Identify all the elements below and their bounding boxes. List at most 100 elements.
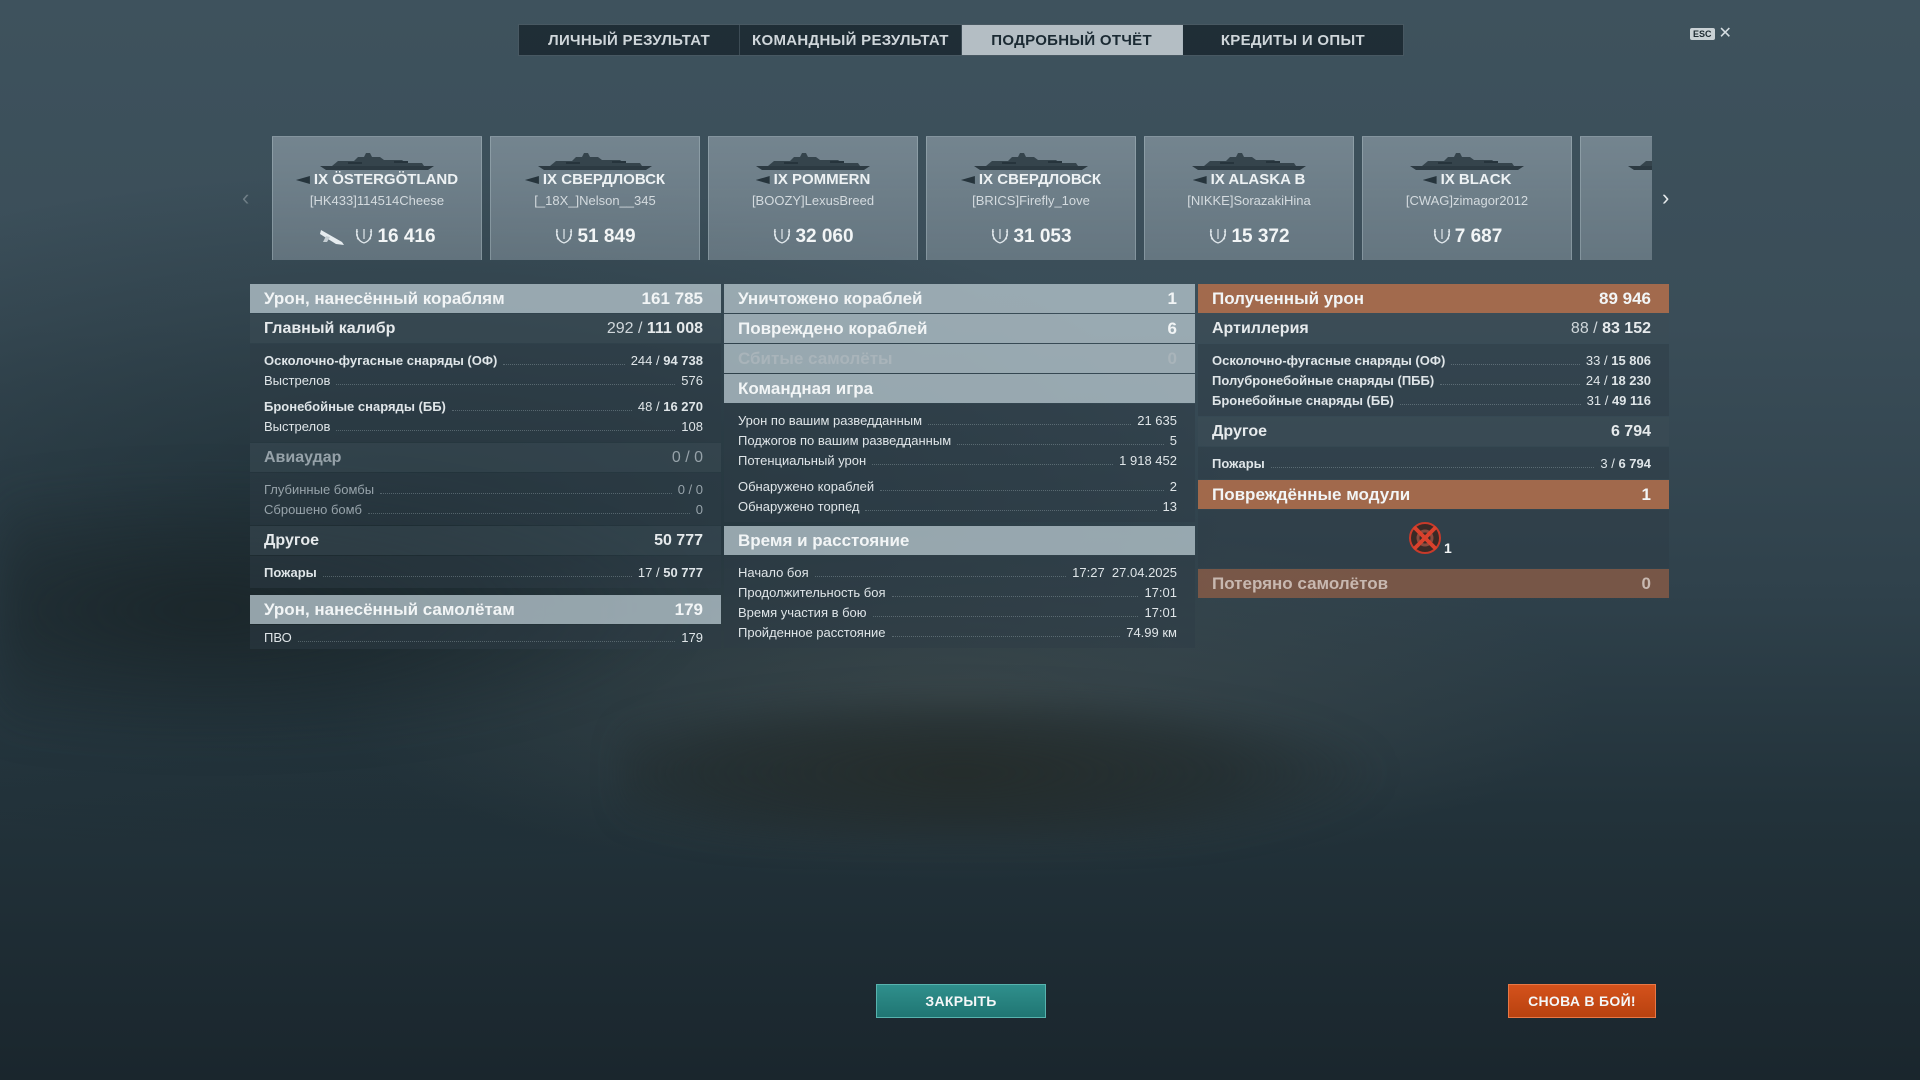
ship-name: IX POMMERN xyxy=(709,171,917,188)
received-other-details: Пожары 3 / 6 794 xyxy=(1198,447,1669,479)
player-name: [BOOZY]LexusBreed xyxy=(751,193,875,208)
ship-class-icon xyxy=(960,176,975,185)
ship-card[interactable]: IX POMMERN [BOOZY]LexusBreed 32 060 xyxy=(708,136,918,260)
fires-row: Пожары 17 / 50 777 xyxy=(264,564,703,580)
distance-row: Пройденное расстояние 74.99 км xyxy=(738,624,1177,640)
battle-start-row: Начало боя 17:27 27.04.2025 xyxy=(738,564,1177,580)
ship-score: 51 849 xyxy=(491,225,699,248)
tab-personal-result[interactable]: ЛИЧНЫЙ РЕЗУЛЬТАТ xyxy=(519,25,741,55)
damaged-modules-list: 1 xyxy=(1198,510,1669,568)
close-icon[interactable]: ✕ xyxy=(1719,26,1732,42)
main-caliber-row: Главный калибр 292 / 111 008 xyxy=(250,314,721,343)
ship-name: IX СВЕРДЛОВСК xyxy=(491,171,699,188)
ship-card[interactable]: IX [LI xyxy=(1580,136,1652,260)
tab-team-result[interactable]: КОМАНДНЫЙ РЕЗУЛЬТАТ xyxy=(740,25,962,55)
close-button[interactable]: ЗАКРЫТЬ xyxy=(876,984,1046,1018)
teamplay-details: Урон по вашим разведданным 21 635 Поджого… xyxy=(724,404,1195,522)
damaged-module-count: 1 xyxy=(1444,540,1452,556)
ap-shells-row: Бронебойные снаряды (ББ) 48 / 16 270 xyxy=(264,398,703,414)
laurel-icon xyxy=(1210,228,1227,244)
ship-score: 15 372 xyxy=(1145,225,1353,248)
received-sap-row: Полубронебойные снаряды (ПББ) 24 / 18 230 xyxy=(1212,372,1651,388)
carousel-next-arrow[interactable]: › xyxy=(1662,185,1669,211)
airstrike-row: Авиаудар 0 / 0 xyxy=(250,443,721,472)
ship-card[interactable]: IX СВЕРДЛОВСК [BRICS]Firefly_1ove 31 053 xyxy=(926,136,1136,260)
damage-received-panel: Полученный урон 89 946 Артиллерия 88 / 83… xyxy=(1198,284,1669,599)
player-name: [_18X_]Nelson__345 xyxy=(534,193,656,208)
main-caliber-hits: 292 xyxy=(606,319,634,337)
ship-silhouette-icon xyxy=(974,153,1088,170)
aa-row: ПВО 179 xyxy=(264,629,703,645)
damaged-modules-header: Повреждённые модули 1 xyxy=(1198,480,1669,509)
ship-class-icon xyxy=(1192,176,1207,185)
tab-detailed-report[interactable]: ПОДРОБНЫЙ ОТЧЁТ xyxy=(961,25,1183,55)
ship-card[interactable]: IX ALASKA B [NIKKE]SorazakiHina 15 372 xyxy=(1144,136,1354,260)
plane-damage-header: Урон, нанесённый самолётам 179 xyxy=(250,595,721,624)
ship-silhouette-icon xyxy=(1410,153,1524,170)
laurel-icon xyxy=(992,228,1009,244)
participation-time-row: Время участия в бою 17:01 xyxy=(738,604,1177,620)
ship-score: 16 416 xyxy=(273,225,481,248)
ship-score: 32 060 xyxy=(709,225,917,248)
player-name: [HK433]114514Cheese xyxy=(309,193,445,208)
teamplay-header: Командная игра xyxy=(724,374,1195,403)
ship-card[interactable]: IX ÖSTERGÖTLAND [HK433]114514Cheese 16 416 xyxy=(272,136,482,260)
damage-dealt-total: 161 785 xyxy=(641,288,703,308)
laurel-icon xyxy=(1433,228,1450,244)
spotting-fires-row: Поджогов по вашим разведданным 5 xyxy=(738,432,1177,448)
time-distance-header: Время и расстояние xyxy=(724,526,1195,555)
ship-name: IX ÖSTERGÖTLAND xyxy=(273,171,481,188)
damaged-engine-icon[interactable] xyxy=(1407,520,1443,556)
background-ship xyxy=(620,690,1380,840)
team-stats-panel: Уничтожено кораблей 1 Повреждено кораблей… xyxy=(724,284,1195,649)
ship-silhouette-icon xyxy=(1192,153,1306,170)
player-name: [LI xyxy=(1581,193,1652,208)
planes-shot-down-header: Сбитые самолёты 0 xyxy=(724,344,1195,373)
ap-shots-row: Выстрелов 108 xyxy=(264,418,703,434)
ship-carousel: IX ÖSTERGÖTLAND [HK433]114514Cheese 16 416… xyxy=(272,136,1652,260)
ship-card[interactable]: IX СВЕРДЛОВСК [_18X_]Nelson__345 51 849 xyxy=(490,136,700,260)
bombs-dropped-row: Сброшено бомб 0 xyxy=(264,501,703,517)
airstrike-details: Глубинные бомбы 0 / 0 Сброшено бомб 0 xyxy=(250,473,721,525)
depth-charges-row: Глубинные бомбы 0 / 0 xyxy=(264,481,703,497)
received-he-row: Осколочно-фугасные снаряды (ОФ) 33 / 15 8… xyxy=(1212,352,1651,368)
ship-card[interactable]: IX BLACK [CWAG]zimagor2012 7 687 xyxy=(1362,136,1572,260)
ship-silhouette-icon xyxy=(538,153,652,170)
he-shells-row: Осколочно-фугасные снаряды (ОФ) 244 / 94 … xyxy=(264,352,703,368)
ships-damaged-header: Повреждено кораблей 6 xyxy=(724,314,1195,343)
artillery-details: Осколочно-фугасные снаряды (ОФ) 33 / 15 8… xyxy=(1198,344,1669,416)
ship-score: 31 053 xyxy=(927,225,1135,248)
ship-name: IX СВЕРДЛОВСК xyxy=(927,171,1135,188)
ship-score: 7 687 xyxy=(1363,225,1571,248)
ship-name: IX ALASKA B xyxy=(1145,171,1353,188)
to-battle-button[interactable]: СНОВА В БОЙ! xyxy=(1508,984,1656,1018)
damage-received-header: Полученный урон 89 946 xyxy=(1198,284,1669,313)
received-ap-row: Бронебойные снаряды (ББ) 31 / 49 116 xyxy=(1212,392,1651,408)
laurel-icon xyxy=(556,228,573,244)
ships-destroyed-header: Уничтожено кораблей 1 xyxy=(724,284,1195,313)
esc-close-button[interactable]: ESC ✕ xyxy=(1690,26,1732,42)
torpedoes-spotted-row: Обнаружено торпед 13 xyxy=(738,498,1177,514)
he-shots-row: Выстрелов 576 xyxy=(264,372,703,388)
esc-key-label: ESC xyxy=(1690,28,1715,40)
received-other-row: Другое 6 794 xyxy=(1198,417,1669,446)
laurel-icon xyxy=(356,228,373,244)
main-caliber-value: 111 008 xyxy=(646,319,703,337)
damage-dealt-header: Урон, нанесённый кораблям 161 785 xyxy=(250,284,721,313)
ship-name: IX xyxy=(1581,171,1652,188)
main-caliber-label: Главный калибр xyxy=(264,319,396,337)
potential-damage-row: Потенциальный урон 1 918 452 xyxy=(738,452,1177,468)
planes-lost-header: Потеряно самолётов 0 xyxy=(1198,569,1669,598)
ship-class-icon xyxy=(524,176,539,185)
player-name: [CWAG]zimagor2012 xyxy=(1405,193,1529,208)
carousel-prev-arrow[interactable]: ‹ xyxy=(242,185,249,211)
damage-dealt-panel: Урон, нанесённый кораблям 161 785 Главны… xyxy=(250,284,721,650)
player-name: [BRICS]Firefly_1ove xyxy=(972,193,1090,208)
spotting-damage-row: Урон по вашим разведданным 21 635 xyxy=(738,412,1177,428)
tab-credits-xp[interactable]: КРЕДИТЫ И ОПЫТ xyxy=(1183,25,1403,55)
ship-class-icon xyxy=(755,176,770,185)
ship-silhouette-icon xyxy=(756,153,870,170)
aircraft-icon xyxy=(320,230,345,245)
laurel-icon xyxy=(774,228,791,244)
tab-bar: ЛИЧНЫЙ РЕЗУЛЬТАТ КОМАНДНЫЙ РЕЗУЛЬТАТ ПОД… xyxy=(518,24,1404,56)
